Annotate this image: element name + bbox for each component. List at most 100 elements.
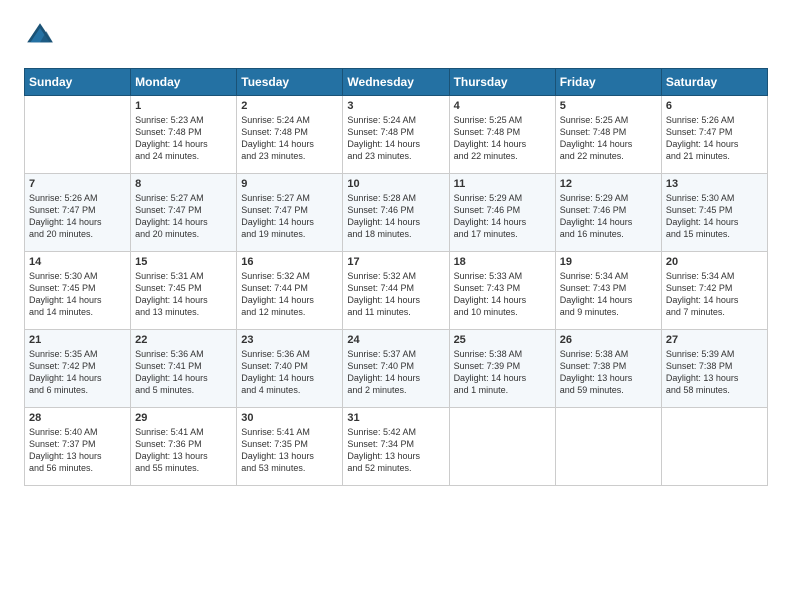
calendar-cell: 17 Sunrise: 5:32 AM Sunset: 7:44 PM Dayli…	[343, 252, 449, 330]
calendar-cell: 25Sunrise: 5:38 AM Sunset: 7:39 PM Dayli…	[449, 330, 555, 408]
calendar-cell: 5 Sunrise: 5:25 AM Sunset: 7:48 PM Daylig…	[555, 96, 661, 174]
calendar-cell: 10Sunrise: 5:28 AM Sunset: 7:46 PM Dayli…	[343, 174, 449, 252]
cell-info: Sunrise: 5:25 AM Sunset: 7:48 PM Dayligh…	[454, 114, 551, 163]
day-number: 21	[29, 334, 126, 346]
calendar-cell: 19 Sunrise: 5:34 AM Sunset: 7:43 PM Dayli…	[555, 252, 661, 330]
day-number: 23	[241, 334, 338, 346]
day-number: 11	[454, 178, 551, 190]
calendar-cell: 15 Sunrise: 5:31 AM Sunset: 7:45 PM Dayli…	[131, 252, 237, 330]
cell-info: Sunrise: 5:29 AM Sunset: 7:46 PM Dayligh…	[560, 192, 657, 241]
main-container: SundayMondayTuesdayWednesdayThursdayFrid…	[0, 0, 792, 502]
calendar-cell: 1 Sunrise: 5:23 AM Sunset: 7:48 PM Daylig…	[131, 96, 237, 174]
cell-info: Sunrise: 5:41 AM Sunset: 7:36 PM Dayligh…	[135, 426, 232, 475]
calendar-cell: 30Sunrise: 5:41 AM Sunset: 7:35 PM Dayli…	[237, 408, 343, 486]
day-number: 15	[135, 256, 232, 268]
calendar-week-4: 21 Sunrise: 5:35 AM Sunset: 7:42 PM Dayli…	[25, 330, 768, 408]
calendar-cell: 7 Sunrise: 5:26 AM Sunset: 7:47 PM Daylig…	[25, 174, 131, 252]
calendar-header-row: SundayMondayTuesdayWednesdayThursdayFrid…	[25, 69, 768, 96]
day-number: 31	[347, 412, 444, 424]
cell-info: Sunrise: 5:34 AM Sunset: 7:43 PM Dayligh…	[560, 270, 657, 319]
calendar-cell: 20Sunrise: 5:34 AM Sunset: 7:42 PM Dayli…	[661, 252, 767, 330]
calendar-cell	[661, 408, 767, 486]
cell-info: Sunrise: 5:32 AM Sunset: 7:44 PM Dayligh…	[241, 270, 338, 319]
day-number: 25	[454, 334, 551, 346]
calendar-table: SundayMondayTuesdayWednesdayThursdayFrid…	[24, 68, 768, 486]
day-number: 8	[135, 178, 232, 190]
header-friday: Friday	[555, 69, 661, 96]
header-saturday: Saturday	[661, 69, 767, 96]
calendar-cell: 23 Sunrise: 5:36 AM Sunset: 7:40 PM Dayli…	[237, 330, 343, 408]
calendar-cell	[555, 408, 661, 486]
cell-info: Sunrise: 5:35 AM Sunset: 7:42 PM Dayligh…	[29, 348, 126, 397]
day-number: 20	[666, 256, 763, 268]
calendar-cell: 24 Sunrise: 5:37 AM Sunset: 7:40 PM Dayli…	[343, 330, 449, 408]
calendar-cell: 8 Sunrise: 5:27 AM Sunset: 7:47 PM Daylig…	[131, 174, 237, 252]
cell-info: Sunrise: 5:38 AM Sunset: 7:38 PM Dayligh…	[560, 348, 657, 397]
day-number: 9	[241, 178, 338, 190]
day-number: 29	[135, 412, 232, 424]
calendar-cell: 12Sunrise: 5:29 AM Sunset: 7:46 PM Dayli…	[555, 174, 661, 252]
calendar-cell: 4 Sunrise: 5:25 AM Sunset: 7:48 PM Daylig…	[449, 96, 555, 174]
calendar-cell: 31 Sunrise: 5:42 AM Sunset: 7:34 PM Dayli…	[343, 408, 449, 486]
day-number: 5	[560, 100, 657, 112]
calendar-cell	[449, 408, 555, 486]
day-number: 22	[135, 334, 232, 346]
cell-info: Sunrise: 5:36 AM Sunset: 7:41 PM Dayligh…	[135, 348, 232, 397]
calendar-week-3: 14 Sunrise: 5:30 AM Sunset: 7:45 PM Dayli…	[25, 252, 768, 330]
day-number: 26	[560, 334, 657, 346]
header	[24, 20, 768, 52]
calendar-cell: 21 Sunrise: 5:35 AM Sunset: 7:42 PM Dayli…	[25, 330, 131, 408]
calendar-week-2: 7 Sunrise: 5:26 AM Sunset: 7:47 PM Daylig…	[25, 174, 768, 252]
calendar-cell: 6 Sunrise: 5:26 AM Sunset: 7:47 PM Daylig…	[661, 96, 767, 174]
cell-info: Sunrise: 5:30 AM Sunset: 7:45 PM Dayligh…	[29, 270, 126, 319]
calendar-cell: 9 Sunrise: 5:27 AM Sunset: 7:47 PM Daylig…	[237, 174, 343, 252]
cell-info: Sunrise: 5:27 AM Sunset: 7:47 PM Dayligh…	[241, 192, 338, 241]
header-thursday: Thursday	[449, 69, 555, 96]
day-number: 27	[666, 334, 763, 346]
calendar-cell: 26 Sunrise: 5:38 AM Sunset: 7:38 PM Dayli…	[555, 330, 661, 408]
day-number: 17	[347, 256, 444, 268]
calendar-cell: 22 Sunrise: 5:36 AM Sunset: 7:41 PM Dayli…	[131, 330, 237, 408]
header-sunday: Sunday	[25, 69, 131, 96]
header-wednesday: Wednesday	[343, 69, 449, 96]
cell-info: Sunrise: 5:24 AM Sunset: 7:48 PM Dayligh…	[241, 114, 338, 163]
calendar-cell: 2 Sunrise: 5:24 AM Sunset: 7:48 PM Daylig…	[237, 96, 343, 174]
calendar-cell: 27 Sunrise: 5:39 AM Sunset: 7:38 PM Dayli…	[661, 330, 767, 408]
cell-info: Sunrise: 5:40 AM Sunset: 7:37 PM Dayligh…	[29, 426, 126, 475]
cell-info: Sunrise: 5:26 AM Sunset: 7:47 PM Dayligh…	[29, 192, 126, 241]
cell-info: Sunrise: 5:28 AM Sunset: 7:46 PM Dayligh…	[347, 192, 444, 241]
calendar-cell: 29 Sunrise: 5:41 AM Sunset: 7:36 PM Dayli…	[131, 408, 237, 486]
calendar-cell: 11 Sunrise: 5:29 AM Sunset: 7:46 PM Dayli…	[449, 174, 555, 252]
cell-info: Sunrise: 5:23 AM Sunset: 7:48 PM Dayligh…	[135, 114, 232, 163]
day-number: 14	[29, 256, 126, 268]
logo-icon	[24, 20, 56, 52]
calendar-week-1: 1 Sunrise: 5:23 AM Sunset: 7:48 PM Daylig…	[25, 96, 768, 174]
day-number: 16	[241, 256, 338, 268]
header-monday: Monday	[131, 69, 237, 96]
calendar-cell: 18Sunrise: 5:33 AM Sunset: 7:43 PM Dayli…	[449, 252, 555, 330]
cell-info: Sunrise: 5:37 AM Sunset: 7:40 PM Dayligh…	[347, 348, 444, 397]
cell-info: Sunrise: 5:29 AM Sunset: 7:46 PM Dayligh…	[454, 192, 551, 241]
cell-info: Sunrise: 5:42 AM Sunset: 7:34 PM Dayligh…	[347, 426, 444, 475]
day-number: 1	[135, 100, 232, 112]
day-number: 4	[454, 100, 551, 112]
cell-info: Sunrise: 5:26 AM Sunset: 7:47 PM Dayligh…	[666, 114, 763, 163]
cell-info: Sunrise: 5:33 AM Sunset: 7:43 PM Dayligh…	[454, 270, 551, 319]
calendar-cell: 14 Sunrise: 5:30 AM Sunset: 7:45 PM Dayli…	[25, 252, 131, 330]
day-number: 3	[347, 100, 444, 112]
cell-info: Sunrise: 5:27 AM Sunset: 7:47 PM Dayligh…	[135, 192, 232, 241]
cell-info: Sunrise: 5:36 AM Sunset: 7:40 PM Dayligh…	[241, 348, 338, 397]
day-number: 2	[241, 100, 338, 112]
day-number: 28	[29, 412, 126, 424]
header-tuesday: Tuesday	[237, 69, 343, 96]
cell-info: Sunrise: 5:32 AM Sunset: 7:44 PM Dayligh…	[347, 270, 444, 319]
day-number: 6	[666, 100, 763, 112]
cell-info: Sunrise: 5:39 AM Sunset: 7:38 PM Dayligh…	[666, 348, 763, 397]
cell-info: Sunrise: 5:30 AM Sunset: 7:45 PM Dayligh…	[666, 192, 763, 241]
cell-info: Sunrise: 5:25 AM Sunset: 7:48 PM Dayligh…	[560, 114, 657, 163]
day-number: 19	[560, 256, 657, 268]
day-number: 24	[347, 334, 444, 346]
day-number: 7	[29, 178, 126, 190]
calendar-cell: 16 Sunrise: 5:32 AM Sunset: 7:44 PM Dayli…	[237, 252, 343, 330]
cell-info: Sunrise: 5:31 AM Sunset: 7:45 PM Dayligh…	[135, 270, 232, 319]
